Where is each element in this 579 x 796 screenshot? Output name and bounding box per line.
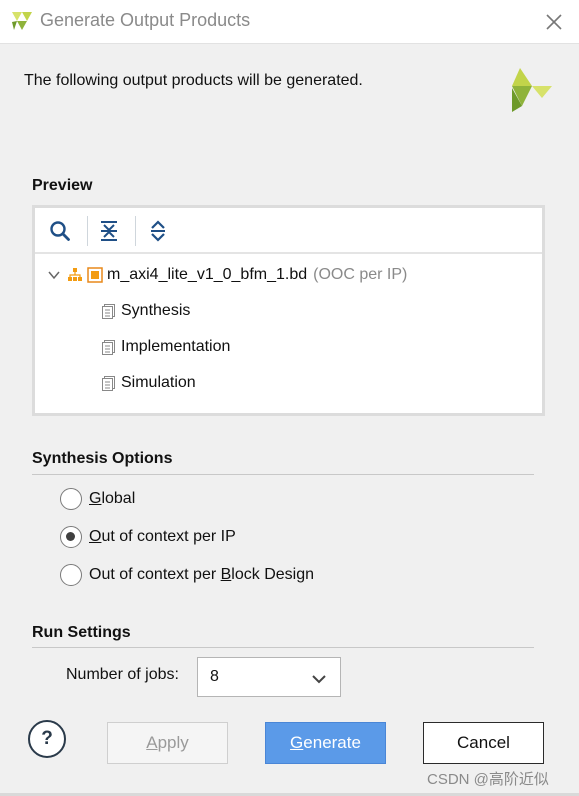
tree-root-row[interactable]: m_axi4_lite_v1_0_bfm_1.bd (OOC per IP) (47, 260, 407, 290)
radio-global[interactable]: Global (60, 486, 135, 512)
tree-item-label: Simulation (121, 374, 196, 391)
search-icon[interactable] (49, 220, 71, 242)
tree-root-suffix: (OOC per IP) (313, 266, 408, 283)
document-icon (102, 340, 115, 355)
synthesis-options-title: Synthesis Options (32, 450, 173, 467)
document-icon (102, 376, 115, 391)
preview-toolbar (35, 208, 542, 254)
radio-ooc-per-ip[interactable]: Out of context per IP (60, 524, 236, 550)
watermark-text: CSDN @高阶近似 (427, 771, 549, 788)
ip-core-icon (87, 267, 103, 283)
tree-item-implementation[interactable]: Implementation (101, 332, 230, 362)
tree-item-simulation[interactable]: Simulation (101, 368, 196, 398)
collapse-all-icon[interactable] (98, 220, 120, 242)
tree-item-synthesis[interactable]: Synthesis (101, 296, 190, 326)
cancel-button[interactable]: Cancel (423, 722, 544, 764)
intro-text: The following output products will be ge… (24, 72, 363, 89)
tree-root-label: m_axi4_lite_v1_0_bfm_1.bd (107, 266, 308, 283)
tree-item-label: Implementation (121, 338, 231, 355)
radio-button[interactable] (60, 564, 82, 586)
vivado-brand-logo-icon (512, 68, 552, 112)
close-icon[interactable] (540, 8, 568, 36)
radio-label-global: Global (89, 490, 136, 507)
toolbar-separator (135, 216, 136, 246)
help-button[interactable]: ? (28, 720, 66, 758)
radio-label-ooc-per-ip: Out of context per IP (89, 528, 236, 545)
preview-section-title: Preview (32, 177, 93, 194)
tree-item-label: Synthesis (121, 302, 191, 319)
generate-button[interactable]: Generate (265, 722, 386, 764)
apply-button[interactable]: Apply (107, 722, 228, 764)
window-title: Generate Output Products (40, 10, 251, 30)
jobs-value: 8 (210, 668, 219, 685)
section-divider (32, 474, 534, 475)
block-design-icon (68, 268, 82, 281)
preview-panel: m_axi4_lite_v1_0_bfm_1.bd (OOC per IP) S… (32, 205, 545, 416)
radio-button[interactable] (60, 526, 82, 548)
vivado-logo-icon (12, 12, 32, 30)
expand-all-icon[interactable] (147, 220, 169, 242)
chevron-down-icon[interactable] (47, 268, 61, 282)
radio-label-ooc-per-block-design: Out of context per Block Design (89, 566, 314, 583)
run-settings-title: Run Settings (32, 624, 131, 641)
radio-button[interactable] (60, 488, 82, 510)
chevron-down-icon (312, 675, 326, 684)
title-bar: Generate Output Products (0, 0, 579, 44)
jobs-label: Number of jobs: (66, 666, 179, 683)
toolbar-separator (87, 216, 88, 246)
document-icon (102, 304, 115, 319)
jobs-select[interactable]: 8 (197, 657, 341, 697)
radio-ooc-per-block-design[interactable]: Out of context per Block Design (60, 562, 314, 588)
section-divider (32, 647, 534, 648)
